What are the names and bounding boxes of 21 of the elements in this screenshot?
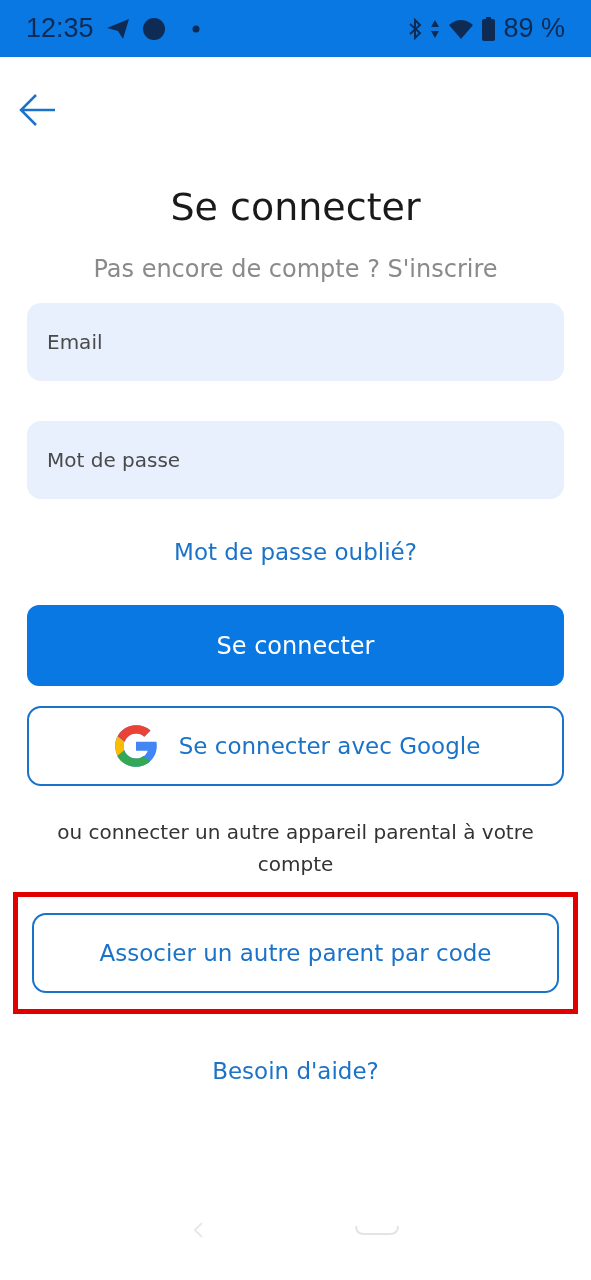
battery-percentage: 89 %: [503, 13, 565, 44]
data-arrows-icon: [430, 18, 441, 39]
input-field[interactable]: Mot de passe: [27, 421, 564, 499]
help-link[interactable]: Besoin d'aide?: [212, 1058, 379, 1084]
other-device-text: ou connecter un autre appareil parental à votre compte: [56, 819, 535, 878]
google-login-button[interactable]: Se connecter avec Google: [27, 706, 564, 786]
dot-icon: [191, 24, 200, 33]
forgot-password-link[interactable]: Mot de passe oublié?: [174, 539, 417, 565]
page-title: Se connecter: [170, 185, 421, 229]
wifi-icon: [448, 17, 475, 40]
signup-prompt[interactable]: Pas encore de compte ? S'inscrire: [93, 255, 498, 283]
circle-icon: [141, 16, 166, 41]
input-field[interactable]: Email: [27, 303, 564, 381]
home-pill-icon[interactable]: [353, 1224, 400, 1236]
send-icon: [105, 17, 130, 40]
login-button[interactable]: Se connecter: [27, 605, 564, 686]
bluetooth-icon: [408, 17, 423, 40]
associate-parent-button[interactable]: Associer un autre parent par code: [32, 913, 559, 993]
battery-icon: [482, 16, 496, 41]
clock: 12:35: [26, 13, 94, 44]
back-arrow-icon[interactable]: [18, 93, 56, 127]
